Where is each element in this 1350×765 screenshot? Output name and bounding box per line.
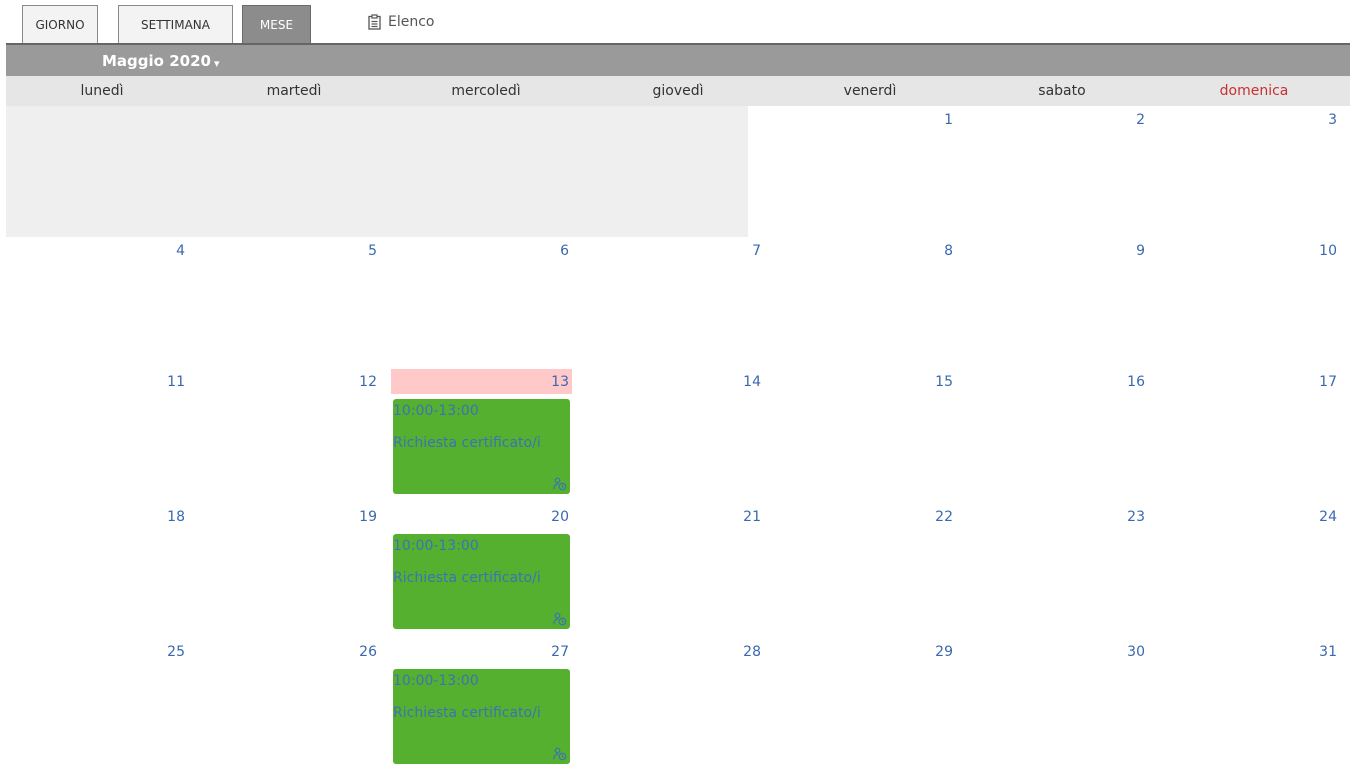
calendar-event[interactable]: 10:00-13:00 Richiesta certificato/i — [393, 399, 570, 494]
weekday-label: domenica — [1219, 83, 1289, 99]
view-day-button[interactable]: GIORNO — [22, 5, 98, 43]
month-title: Maggio 2020 — [102, 51, 211, 70]
day-number[interactable]: 12 — [347, 374, 377, 394]
day-number[interactable]: 25 — [155, 644, 185, 664]
day-number[interactable]: 7 — [731, 243, 761, 263]
day-number[interactable]: 11 — [155, 374, 185, 394]
day-number[interactable]: 24 — [1307, 509, 1337, 529]
month-header: Maggio 2020 ▾ — [6, 45, 1350, 76]
day-number[interactable]: 26 — [347, 644, 377, 664]
list-view-link[interactable]: Elenco — [368, 8, 434, 36]
user-clock-icon — [553, 612, 567, 626]
day-number[interactable]: 3 — [1307, 112, 1337, 132]
day-number[interactable]: 28 — [731, 644, 761, 664]
calendar-event[interactable]: 10:00-13:00 Richiesta certificato/i — [393, 534, 570, 629]
outside-month-days — [6, 106, 748, 237]
weekday-label: giovedì — [652, 83, 704, 99]
user-clock-icon — [553, 747, 567, 761]
day-number[interactable]: 16 — [1115, 374, 1145, 394]
calendar-toolbar: GIORNO SETTIMANA MESE Elenco — [0, 0, 1350, 45]
day-number[interactable]: 4 — [155, 243, 185, 263]
weekday-label: venerdì — [843, 83, 897, 99]
day-number[interactable]: 5 — [347, 243, 377, 263]
day-number[interactable]: 18 — [155, 509, 185, 529]
weekday-header-row: lunedì martedì mercoledì giovedì venerdì saba… — [6, 76, 1350, 106]
day-number[interactable]: 29 — [923, 644, 953, 664]
day-number[interactable]: 9 — [1115, 243, 1145, 263]
event-time: 10:00-13:00 — [393, 403, 479, 419]
day-number[interactable]: 22 — [923, 509, 953, 529]
day-number[interactable]: 1 — [923, 112, 953, 132]
day-number[interactable]: 23 — [1115, 509, 1145, 529]
day-number[interactable]: 30 — [1115, 644, 1145, 664]
event-title: Richiesta certificato/i — [393, 570, 541, 586]
month-selector[interactable]: Maggio 2020 ▾ — [102, 45, 219, 76]
clipboard-icon — [368, 14, 381, 30]
day-number[interactable]: 8 — [923, 243, 953, 263]
day-number[interactable]: 19 — [347, 509, 377, 529]
weekday-label: sabato — [1038, 83, 1086, 99]
day-number[interactable]: 13 — [539, 374, 569, 394]
event-time: 10:00-13:00 — [393, 673, 479, 689]
month-grid: 1 2 3 4 5 6 7 8 9 10 11 12 13 14 15 16 17 18 19 20 21 22 23 24 2… — [6, 106, 1350, 765]
day-number[interactable]: 2 — [1115, 112, 1145, 132]
day-number[interactable]: 15 — [923, 374, 953, 394]
list-view-label: Elenco — [388, 14, 435, 30]
weekday-label: lunedì — [80, 83, 124, 99]
view-month-button[interactable]: MESE — [242, 5, 311, 43]
day-number[interactable]: 10 — [1307, 243, 1337, 263]
weekday-label: mercoledì — [451, 83, 521, 99]
user-clock-icon — [553, 477, 567, 491]
event-time: 10:00-13:00 — [393, 538, 479, 554]
caret-down-icon: ▾ — [213, 56, 220, 70]
day-number[interactable]: 14 — [731, 374, 761, 394]
day-number[interactable]: 21 — [731, 509, 761, 529]
event-title: Richiesta certificato/i — [393, 705, 541, 721]
day-number[interactable]: 6 — [539, 243, 569, 263]
event-title: Richiesta certificato/i — [393, 435, 541, 451]
weekday-label: martedì — [266, 83, 322, 99]
day-number[interactable]: 20 — [539, 509, 569, 529]
calendar-event[interactable]: 10:00-13:00 Richiesta certificato/i — [393, 669, 570, 764]
day-number[interactable]: 27 — [539, 644, 569, 664]
day-number[interactable]: 31 — [1307, 644, 1337, 664]
day-number[interactable]: 17 — [1307, 374, 1337, 394]
view-week-button[interactable]: SETTIMANA — [118, 5, 233, 43]
